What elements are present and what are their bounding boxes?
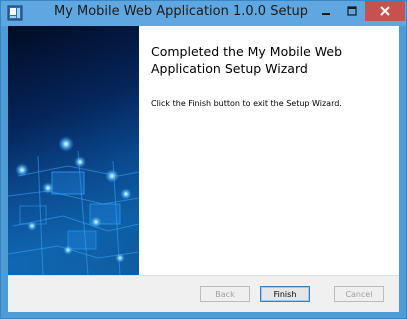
close-button[interactable] [365, 1, 405, 21]
setup-window: My Mobile Web Application 1.0.0 Setup Co… [0, 0, 407, 319]
window-title: My Mobile Web Application 1.0.0 Setup [53, 4, 309, 19]
wizard-banner-image [8, 26, 139, 275]
completion-description: Click the Finish button to exit the Setu… [151, 99, 342, 108]
minimize-button[interactable] [313, 1, 339, 21]
close-icon [380, 6, 390, 16]
minimize-icon [322, 13, 330, 15]
banner-graphic [8, 136, 139, 275]
maximize-icon [347, 6, 357, 16]
title-bar[interactable]: My Mobile Web Application 1.0.0 Setup [1, 1, 406, 26]
button-bar: Back Finish Cancel [8, 275, 399, 312]
back-button[interactable]: Back [200, 286, 250, 302]
installer-app-icon[interactable] [7, 5, 23, 21]
completion-heading: Completed the My Mobile Web Application … [151, 44, 343, 76]
maximize-button[interactable] [339, 1, 365, 21]
completion-panel: Completed the My Mobile Web Application … [139, 26, 399, 275]
finish-button[interactable]: Finish [260, 286, 310, 302]
dialog-client-area: Completed the My Mobile Web Application … [8, 26, 399, 312]
cancel-button[interactable]: Cancel [334, 286, 384, 302]
